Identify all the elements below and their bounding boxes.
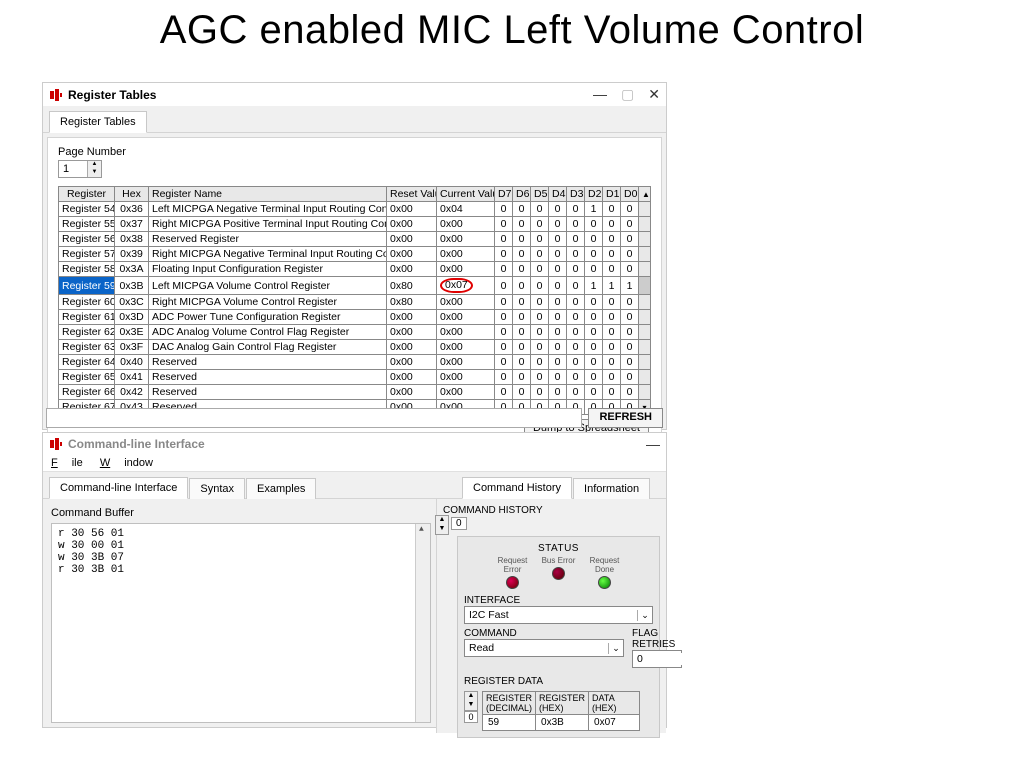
led-request-done [598, 576, 611, 589]
table-row[interactable]: Register 540x36Left MICPGA Negative Term… [59, 202, 651, 217]
flag-retries-input[interactable] [632, 650, 682, 668]
history-index-value[interactable]: 0 [451, 517, 467, 530]
tabstrip: Register Tables [43, 106, 666, 133]
table-row[interactable]: Register 620x3EADC Analog Volume Control… [59, 325, 651, 340]
right-tabstrip: Command History Information [456, 472, 666, 499]
refresh-bar: REFRESH [46, 408, 663, 428]
regdata-hex-input[interactable] [539, 716, 583, 729]
tab-examples[interactable]: Examples [246, 478, 316, 499]
refresh-button[interactable]: REFRESH [588, 408, 663, 428]
tab-syntax[interactable]: Syntax [189, 478, 245, 499]
chevron-down-icon: ⌄ [637, 610, 652, 621]
cli-tabstrip: Command-line Interface Syntax Examples [43, 472, 456, 499]
slide-title: AGC enabled MIC Left Volume Control [0, 8, 1024, 53]
led-request-error [506, 576, 519, 589]
led-bus-error-label: Bus Error [542, 556, 576, 565]
interface-dropdown[interactable]: ⌄ [464, 606, 653, 624]
close-button[interactable]: ✕ [648, 86, 660, 103]
tab-command-history[interactable]: Command History [462, 477, 572, 499]
menubar: File Window [43, 455, 666, 472]
table-row[interactable]: Register 600x3CRight MICPGA Volume Contr… [59, 295, 651, 310]
register-data-table: REGISTER (DECIMAL) REGISTER (HEX) DATA (… [482, 691, 640, 731]
refresh-input[interactable] [46, 408, 582, 428]
command-history-label: COMMAND HISTORY [443, 505, 660, 516]
table-row[interactable]: Register 610x3DADC Power Tune Configurat… [59, 310, 651, 325]
table-row[interactable]: Register 650x41Reserved0x000x0000000000 [59, 370, 651, 385]
window-title: Register Tables [68, 88, 156, 102]
table-row[interactable]: Register 570x39Right MICPGA Negative Ter… [59, 247, 651, 262]
regdata-index-spinner[interactable]: ▲▼ [464, 691, 478, 711]
table-header-row: RegisterHex Register Name Reset ValueCur… [59, 187, 651, 202]
titlebar: Register Tables — ▢ ✕ [43, 83, 666, 106]
minimize-button[interactable]: — [646, 436, 660, 452]
chevron-down-icon: ⌄ [608, 643, 623, 654]
register-data-label: REGISTER DATA [464, 676, 653, 687]
menu-window[interactable]: Window [100, 457, 153, 469]
tab-cli[interactable]: Command-line Interface [49, 477, 188, 499]
minimize-button[interactable]: — [593, 86, 607, 103]
table-row[interactable]: Register 660x42Reserved0x000x0000000000 [59, 385, 651, 400]
table-row[interactable]: Register 640x40Reserved0x000x0000000000 [59, 355, 651, 370]
tab-information[interactable]: Information [573, 478, 650, 499]
table-row[interactable]: Register 550x37Right MICPGA Positive Ter… [59, 217, 651, 232]
command-label: COMMAND [464, 628, 624, 639]
window-title: Command-line Interface [68, 437, 205, 451]
table-row[interactable]: Register 590x3BLeft MICPGA Volume Contro… [59, 277, 651, 295]
command-value[interactable] [465, 642, 608, 654]
command-buffer-textarea[interactable]: r 30 56 01 w 30 00 01 w 30 3B 07 r 30 3B… [51, 523, 431, 723]
interface-value[interactable] [465, 609, 637, 621]
highlighted-value: 0x07 [440, 278, 473, 293]
register-tables-window: Register Tables — ▢ ✕ Register Tables Pa… [42, 82, 667, 430]
regdata-data-input[interactable] [592, 716, 636, 729]
command-buffer-label: Command Buffer [51, 507, 436, 519]
table-row[interactable]: Register 630x3FDAC Analog Gain Control F… [59, 340, 651, 355]
table-row[interactable]: Register 580x3AFloating Input Configurat… [59, 262, 651, 277]
history-index-spinner[interactable]: ▲▼ [435, 515, 449, 535]
menu-file[interactable]: File [51, 457, 83, 469]
page-number-spinner[interactable]: ▲▼ [58, 160, 102, 178]
ti-logo-icon [49, 437, 63, 451]
flag-retries-label: FLAG RETRIES [632, 628, 682, 650]
led-request-done-label: Request Done [587, 556, 623, 574]
tab-register-tables[interactable]: Register Tables [49, 111, 147, 133]
led-bus-error [552, 567, 565, 580]
register-table[interactable]: RegisterHex Register Name Reset ValueCur… [58, 186, 651, 415]
table-row[interactable]: Register 560x38Reserved Register0x000x00… [59, 232, 651, 247]
page-number-input[interactable] [59, 161, 87, 177]
spinner-arrows[interactable]: ▲▼ [87, 161, 101, 177]
maximize-button[interactable]: ▢ [621, 86, 634, 103]
interface-label: INTERFACE [464, 595, 653, 606]
status-label: STATUS [464, 543, 653, 554]
regdata-index-value[interactable]: 0 [464, 711, 478, 723]
led-request-error-label: Request Error [495, 556, 531, 574]
command-dropdown[interactable]: ⌄ [464, 639, 624, 657]
ti-logo-icon [49, 88, 63, 102]
regdata-decimal-input[interactable] [486, 716, 530, 729]
scroll-up-icon[interactable]: ▲ [639, 187, 651, 202]
scrollbar[interactable] [415, 524, 430, 722]
titlebar: Command-line Interface — [43, 433, 666, 455]
panel-body: Page Number ▲▼ RegisterHex Register Name… [47, 137, 662, 444]
cli-window: Command-line Interface — File Window Com… [42, 432, 667, 728]
page-number-label: Page Number [58, 146, 651, 158]
